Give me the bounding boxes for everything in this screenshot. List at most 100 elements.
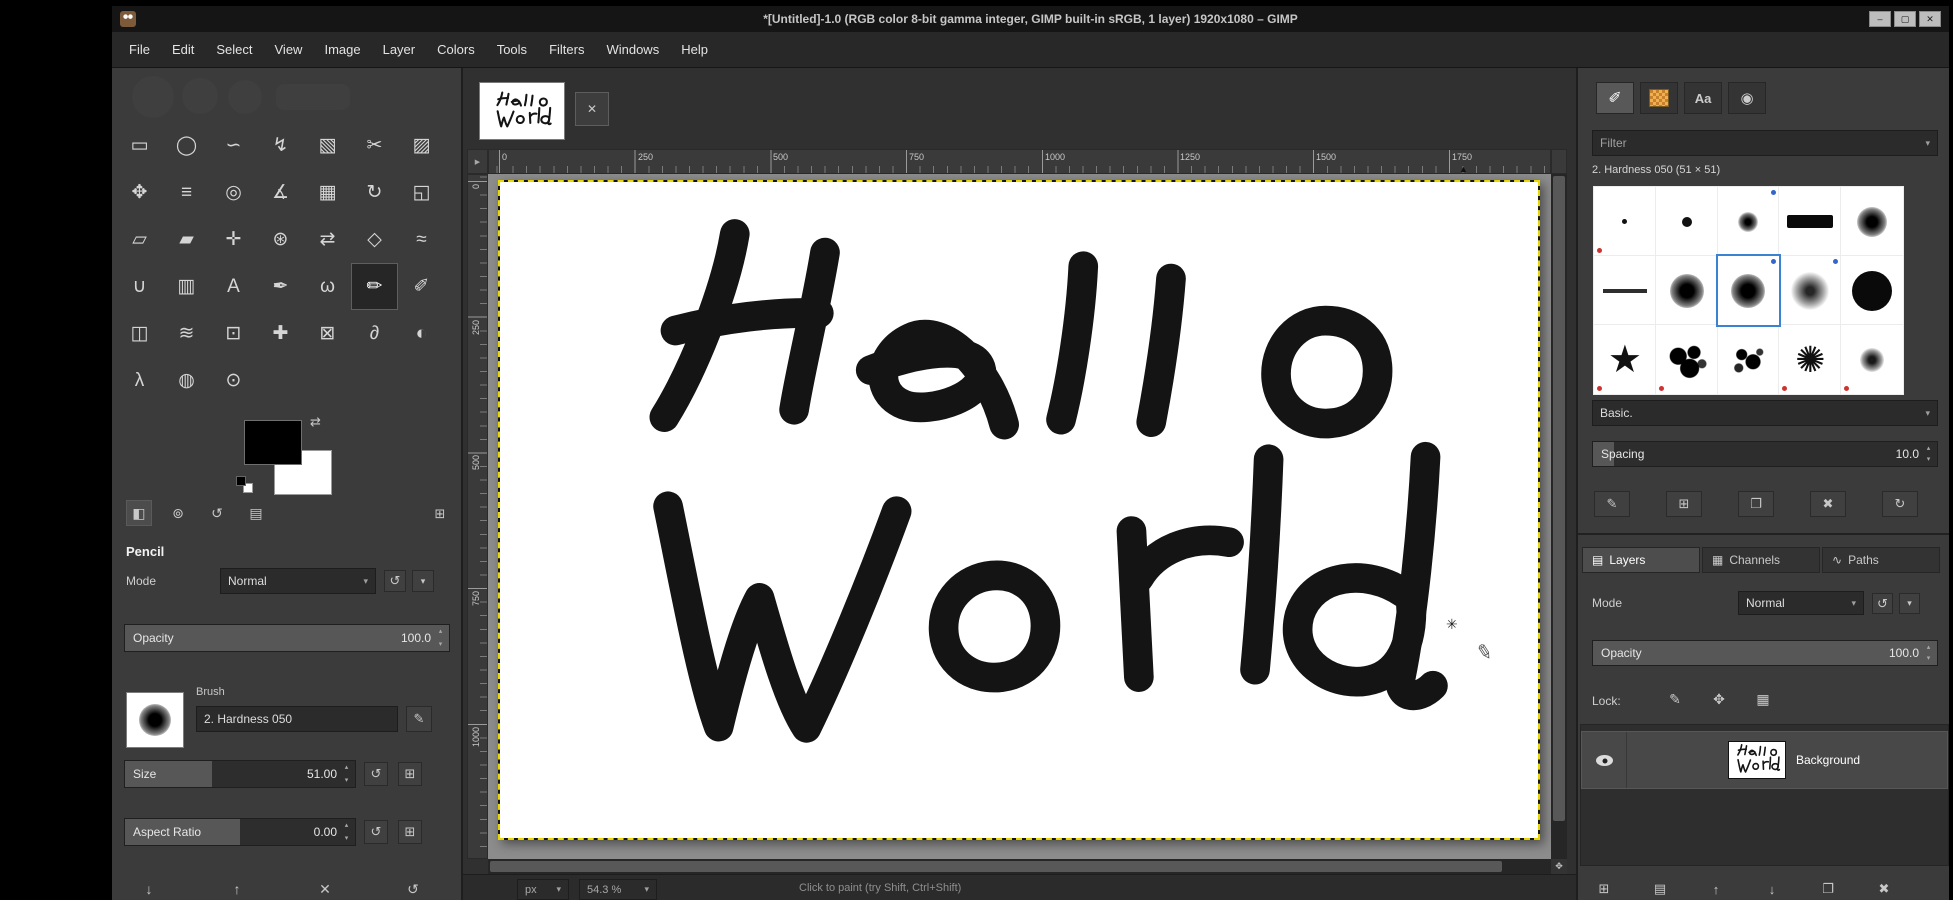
- layer-mode-menu-button[interactable]: ▾: [1899, 593, 1920, 614]
- reset-layer-mode-button[interactable]: ↺: [1872, 593, 1893, 614]
- brush-name-field[interactable]: 2. Hardness 050: [196, 706, 398, 732]
- tab-paths[interactable]: ∿ Paths: [1822, 547, 1940, 573]
- tab-channels[interactable]: ▦ Channels: [1702, 547, 1820, 573]
- delete-preset-button[interactable]: ✕: [312, 876, 338, 900]
- refresh-brushes-button[interactable]: ↻: [1882, 491, 1918, 517]
- ruler-corner-button[interactable]: ▶: [467, 149, 488, 174]
- tool-scissors-select[interactable]: ✂: [351, 122, 398, 169]
- maximize-button[interactable]: ▢: [1894, 11, 1916, 27]
- tool-heal[interactable]: ✚: [257, 310, 304, 357]
- configure-tab-icon[interactable]: ⊞: [428, 502, 452, 526]
- close-view-button[interactable]: ✕: [575, 92, 609, 126]
- close-button[interactable]: ✕: [1919, 11, 1941, 27]
- tool-perspective[interactable]: ▰: [163, 216, 210, 263]
- foreground-color-swatch[interactable]: [244, 420, 302, 465]
- brush-edit-button[interactable]: ✎: [406, 706, 432, 732]
- reset-mode-button[interactable]: ↺: [384, 570, 406, 592]
- default-colors-icon[interactable]: [236, 476, 258, 496]
- brush-hardness-050-selected[interactable]: [1718, 256, 1780, 325]
- scrollbar-thumb[interactable]: [490, 861, 1502, 872]
- new-brush-button[interactable]: ⊞: [1666, 491, 1702, 517]
- aspect-ratio-slider[interactable]: Aspect Ratio 0.00: [124, 818, 356, 846]
- tool-scale[interactable]: ◱: [398, 169, 445, 216]
- mode-menu-button[interactable]: ▾: [412, 570, 434, 592]
- navigation-button[interactable]: ✥: [1551, 859, 1567, 874]
- images-tab[interactable]: ▤: [243, 500, 269, 526]
- brush-fuzzy[interactable]: [1779, 256, 1841, 325]
- tool-shear[interactable]: ▱: [116, 216, 163, 263]
- menu-help[interactable]: Help: [670, 32, 719, 67]
- brush-line[interactable]: [1594, 256, 1656, 325]
- brush-filter-input[interactable]: Filter ▾: [1592, 130, 1938, 156]
- tool-select-by-color[interactable]: ▧: [304, 122, 351, 169]
- aspect-link-button[interactable]: ⊞: [398, 820, 422, 844]
- tool-ink[interactable]: ✒: [257, 263, 304, 310]
- tool-crop[interactable]: ▦: [304, 169, 351, 216]
- spinner-arrows-icon[interactable]: [1923, 443, 1934, 465]
- canvas-viewport[interactable]: ✳ ✎: [488, 174, 1551, 859]
- layer-mode-select[interactable]: Normal ▾: [1738, 591, 1864, 615]
- brush-hardness-075[interactable]: [1841, 187, 1903, 256]
- tool-ellipse-select[interactable]: ◯: [163, 122, 210, 169]
- brush-block[interactable]: [1779, 187, 1841, 256]
- tool-free-select[interactable]: ∽: [210, 122, 257, 169]
- delete-layer-button[interactable]: ✖: [1870, 876, 1898, 900]
- layer-opacity-slider[interactable]: Opacity 100.0: [1592, 640, 1938, 666]
- tool-dodge-burn[interactable]: ◐: [398, 310, 445, 357]
- duplicate-brush-button[interactable]: ❐: [1738, 491, 1774, 517]
- brush-hardness-025[interactable]: [1718, 187, 1780, 256]
- tool-perspective-clone[interactable]: ⊠: [304, 310, 351, 357]
- lock-position-button[interactable]: ✥: [1706, 686, 1732, 712]
- fonts-tab[interactable]: Aa: [1684, 82, 1722, 114]
- spacing-slider[interactable]: Spacing 10.0: [1592, 441, 1938, 467]
- tool-warp-transform[interactable]: ≈: [398, 216, 445, 263]
- device-status-tab[interactable]: ⊚: [165, 500, 191, 526]
- new-group-button[interactable]: ▤: [1646, 876, 1674, 900]
- layer-name[interactable]: Background: [1796, 753, 1860, 767]
- tool-eraser[interactable]: ◫: [116, 310, 163, 357]
- undo-history-tab[interactable]: ↺: [204, 500, 230, 526]
- tool-text[interactable]: A: [210, 263, 257, 310]
- vertical-ruler[interactable]: 02505007501000: [467, 174, 488, 859]
- tool-paintbrush[interactable]: ✐: [398, 263, 445, 310]
- spinner-arrows-icon[interactable]: [341, 762, 352, 786]
- reset-size-button[interactable]: ↺: [364, 762, 388, 786]
- lower-layer-button[interactable]: ↓: [1758, 876, 1786, 900]
- tool-blur-sharpen[interactable]: ◍: [163, 357, 210, 404]
- spinner-arrows-icon[interactable]: [341, 820, 352, 844]
- menu-filters[interactable]: Filters: [538, 32, 595, 67]
- brush-star[interactable]: [1594, 325, 1656, 394]
- menu-view[interactable]: View: [264, 32, 314, 67]
- brush-round-hard[interactable]: [1841, 256, 1903, 325]
- titlebar[interactable]: *[Untitled]-1.0 (RGB color 8-bit gamma i…: [112, 6, 1949, 32]
- paint-mode-select[interactable]: Normal ▾: [220, 568, 376, 594]
- tool-pencil[interactable]: ✏: [351, 263, 398, 310]
- visibility-eye-icon[interactable]: [1596, 755, 1613, 766]
- tool-color-picker[interactable]: ⊙: [210, 357, 257, 404]
- reset-aspect-button[interactable]: ↺: [364, 820, 388, 844]
- reset-preset-button[interactable]: ↺: [400, 876, 426, 900]
- layer-row-background[interactable]: Background: [1581, 731, 1948, 789]
- brush-splatter-2[interactable]: [1718, 325, 1780, 394]
- tool-rectangle-select[interactable]: ▭: [116, 122, 163, 169]
- tool-bucket-fill[interactable]: ∪: [116, 263, 163, 310]
- brushes-tab[interactable]: ✐: [1596, 82, 1634, 114]
- tool-clone[interactable]: ⊡: [210, 310, 257, 357]
- image-tab[interactable]: [479, 82, 565, 140]
- brush-tag-select[interactable]: Basic. ▾: [1592, 400, 1938, 426]
- duplicate-layer-button[interactable]: ❐: [1814, 876, 1842, 900]
- patterns-tab[interactable]: [1640, 82, 1678, 114]
- unit-select[interactable]: px ▾: [517, 879, 569, 900]
- brush-thumbnail[interactable]: [126, 692, 184, 748]
- tool-measure[interactable]: ∡: [257, 169, 304, 216]
- brush-sparkle[interactable]: [1779, 325, 1841, 394]
- tool-paths[interactable]: λ: [116, 357, 163, 404]
- brush-soft-small[interactable]: [1841, 325, 1903, 394]
- tool-unified-transform[interactable]: ✛: [210, 216, 257, 263]
- tool-move[interactable]: ✥: [116, 169, 163, 216]
- wilber-tab[interactable]: ◉: [1728, 82, 1766, 114]
- tool-handle-transform[interactable]: ⊛: [257, 216, 304, 263]
- menu-edit[interactable]: Edit: [161, 32, 205, 67]
- menu-image[interactable]: Image: [313, 32, 371, 67]
- tool-zoom[interactable]: ◎: [210, 169, 257, 216]
